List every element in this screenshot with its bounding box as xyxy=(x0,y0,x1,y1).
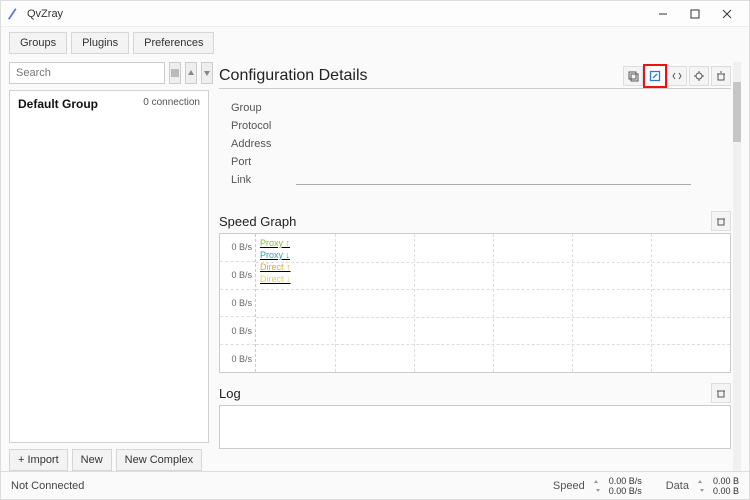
speed-indicator: Speed 0.00 B/s0.00 B/s xyxy=(553,476,642,496)
sort-down-button[interactable] xyxy=(201,62,213,84)
detail-label-protocol: Protocol xyxy=(231,120,286,132)
titlebar: QvZray xyxy=(1,1,749,27)
legend-item: Proxy ↓ xyxy=(260,250,290,260)
minimize-button[interactable] xyxy=(647,3,679,25)
data-indicator: Data 0.00 B0.00 B xyxy=(666,476,739,496)
legend-item: Direct ↑ xyxy=(260,262,291,272)
speed-graph: 0 B/s 0 B/s 0 B/s 0 B/s 0 B/s Proxy ↑ Pr… xyxy=(219,233,731,373)
graph-legend: Proxy ↑ Proxy ↓ Direct ↑ Direct ↓ xyxy=(260,237,291,285)
duplicate-config-button[interactable] xyxy=(623,66,643,86)
group-name: Default Group xyxy=(18,97,98,111)
updown-icon xyxy=(695,479,707,493)
detail-label-group: Group xyxy=(231,102,286,114)
left-panel: Default Group 0 connection + Import New … xyxy=(9,62,209,471)
detail-label-link: Link xyxy=(231,174,286,186)
delete-config-button[interactable] xyxy=(711,66,731,86)
clear-search-button[interactable] xyxy=(169,62,181,84)
preferences-button[interactable]: Preferences xyxy=(133,32,214,54)
y-tick: 0 B/s xyxy=(220,262,255,290)
group-list[interactable]: Default Group 0 connection xyxy=(9,90,209,443)
import-button[interactable]: + Import xyxy=(9,449,68,471)
json-config-button[interactable] xyxy=(667,66,687,86)
link-field[interactable] xyxy=(296,175,691,185)
search-input[interactable] xyxy=(9,62,165,84)
y-tick: 0 B/s xyxy=(220,345,255,372)
sort-up-button[interactable] xyxy=(185,62,197,84)
legend-item: Proxy ↑ xyxy=(260,238,290,248)
maximize-button[interactable] xyxy=(679,3,711,25)
y-tick: 0 B/s xyxy=(220,234,255,262)
clear-speed-graph-button[interactable] xyxy=(711,211,731,231)
updown-icon xyxy=(591,479,603,493)
groups-button[interactable]: Groups xyxy=(9,32,67,54)
right-scrollbar[interactable] xyxy=(733,62,741,471)
y-tick: 0 B/s xyxy=(220,290,255,318)
config-details: Group Protocol Address Port Link xyxy=(219,95,731,201)
detail-label-address: Address xyxy=(231,138,286,150)
connection-status: Not Connected xyxy=(11,480,84,492)
group-item[interactable]: Default Group 0 connection xyxy=(10,91,208,117)
y-tick: 0 B/s xyxy=(220,317,255,345)
detail-label-port: Port xyxy=(231,156,286,168)
app-window: QvZray Groups Plugins Preferences Defaul… xyxy=(0,0,750,500)
group-connection-count: 0 connection xyxy=(143,97,200,111)
config-details-title: Configuration Details xyxy=(219,67,368,85)
status-bar: Not Connected Speed 0.00 B/s0.00 B/s Dat… xyxy=(1,471,749,499)
new-complex-button[interactable]: New Complex xyxy=(116,449,202,471)
plugins-button[interactable]: Plugins xyxy=(71,32,129,54)
new-button[interactable]: New xyxy=(72,449,112,471)
edit-config-button[interactable] xyxy=(645,66,665,86)
app-logo-icon xyxy=(7,7,21,21)
speed-graph-title: Speed Graph xyxy=(219,214,296,229)
log-output[interactable] xyxy=(219,405,731,449)
window-title: QvZray xyxy=(27,8,647,20)
right-panel: Configuration Details Group Protocol Add… xyxy=(219,62,741,471)
legend-item: Direct ↓ xyxy=(260,274,291,284)
main-toolbar: Groups Plugins Preferences xyxy=(1,27,749,62)
log-title: Log xyxy=(219,386,241,401)
close-button[interactable] xyxy=(711,3,743,25)
clear-log-button[interactable] xyxy=(711,383,731,403)
locate-config-button[interactable] xyxy=(689,66,709,86)
